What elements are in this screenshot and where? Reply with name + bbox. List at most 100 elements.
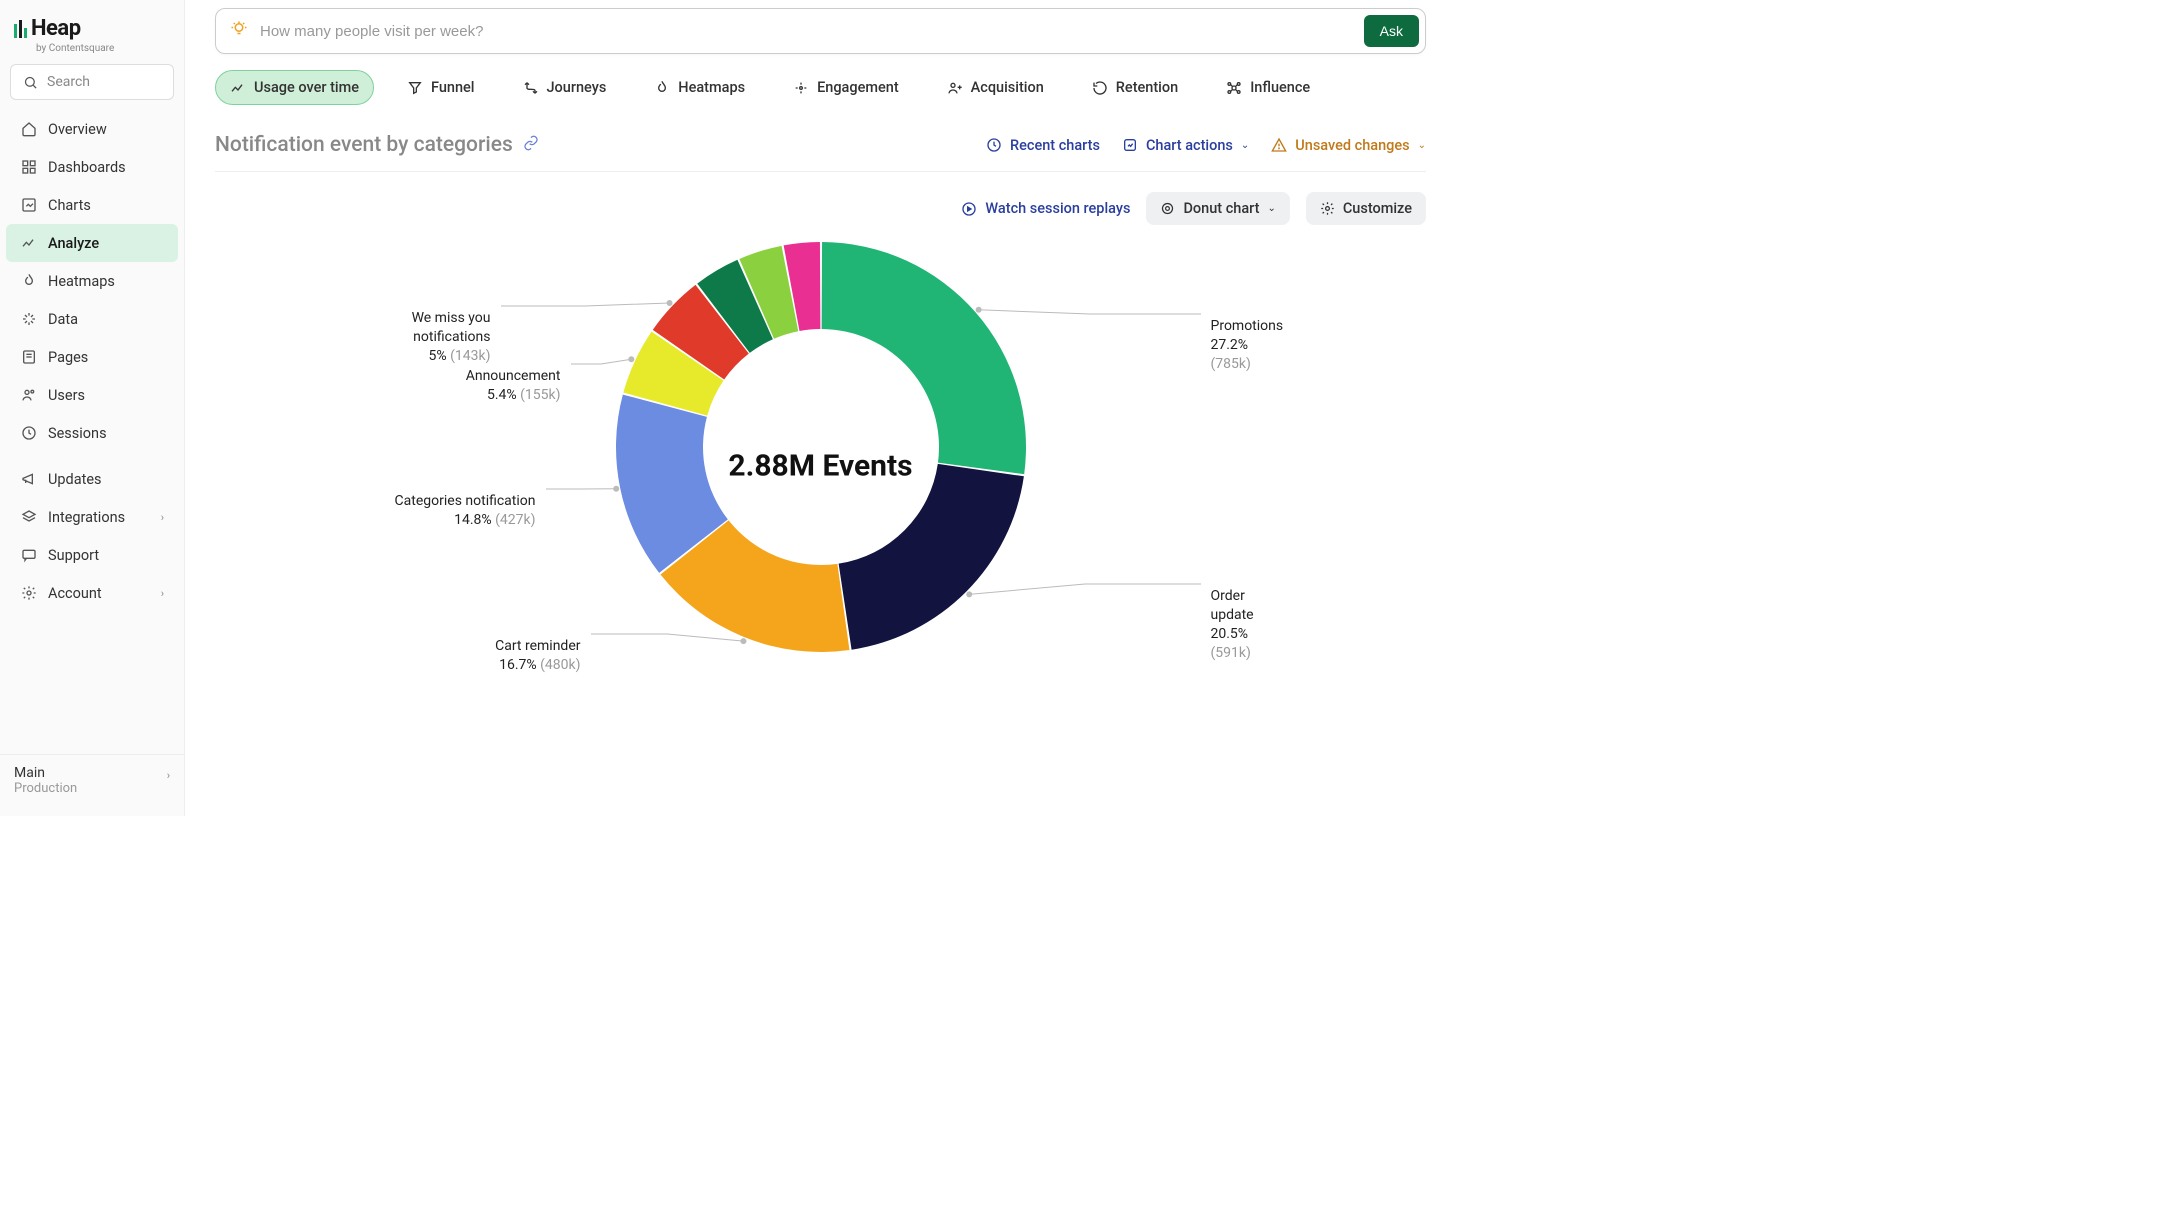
chart-segment-label: Cart reminder16.7% (480k) [495,637,580,675]
sidebar-item-label: Support [48,547,99,564]
sidebar-item-heatmaps[interactable]: Heatmaps [6,262,178,300]
search-input[interactable]: Search [10,64,174,100]
tab-usage-over-time[interactable]: Usage over time [215,70,374,105]
tab-retention[interactable]: Retention [1077,70,1193,105]
layers-icon [20,508,38,526]
sidebar-item-analyze[interactable]: Analyze [6,224,178,262]
chart-actions-button[interactable]: Chart actions ⌄ [1122,137,1249,154]
chart-segment-label: Categories notification14.8% (427k) [395,492,536,530]
tab-acquisition[interactable]: Acquisition [932,70,1059,105]
brand-name: Heap [31,16,81,41]
users-icon [20,386,38,404]
donut-segment[interactable] [821,242,1025,474]
button-label: Watch session replays [985,200,1130,217]
tab-heatmaps[interactable]: Heatmaps [639,70,760,105]
button-label: Donut chart [1183,200,1259,217]
search-placeholder: Search [47,74,90,90]
sidebar-item-charts[interactable]: Charts [6,186,178,224]
tab-influence[interactable]: Influence [1211,70,1325,105]
sidebar: Heap by Contentsquare Search Overview Da… [0,0,185,816]
search-icon [21,73,39,91]
sidebar-item-data[interactable]: Data [6,300,178,338]
sidebar-item-label: Integrations [48,509,125,526]
home-icon [20,120,38,138]
tab-funnel[interactable]: Funnel [392,70,490,105]
tab-label: Influence [1250,79,1310,96]
flame-icon [20,272,38,290]
recent-charts-button[interactable]: Recent charts [986,137,1100,154]
chart-segment-label: Promotions27.2% (785k) [1211,317,1284,374]
tab-label: Acquisition [971,79,1044,96]
tab-label: Retention [1116,79,1178,96]
sidebar-item-label: Analyze [48,235,99,252]
tab-journeys[interactable]: Journeys [508,70,622,105]
customize-button[interactable]: Customize [1306,192,1426,225]
tab-label: Journeys [547,79,607,96]
funnel-icon [407,80,423,96]
sidebar-item-sessions[interactable]: Sessions [6,414,178,452]
main-content: Ask Usage over time Funnel Journeys Heat… [185,0,1456,816]
grid-icon [20,158,38,176]
sidebar-item-label: Updates [48,471,102,488]
action-label: Recent charts [1010,137,1100,154]
sidebar-item-dashboards[interactable]: Dashboards [6,148,178,186]
chart-center-label: 2.88M Events [728,448,912,483]
influence-icon [1226,80,1242,96]
chat-icon [20,546,38,564]
sidebar-item-label: Account [48,585,102,602]
sidebar-item-users[interactable]: Users [6,376,178,414]
logo-icon [14,20,27,38]
sidebar-item-label: Users [48,387,85,404]
sidebar-item-label: Charts [48,197,91,214]
title-row: Notification event by categories Recent … [215,115,1426,172]
chevron-down-icon: ⌄ [1241,140,1249,151]
chart-type-selector[interactable]: Donut chart ⌄ [1146,192,1289,225]
sidebar-nav: Overview Dashboards Charts Analyze Heatm… [0,110,184,746]
sidebar-item-label: Heatmaps [48,273,115,290]
chevron-right-icon: › [167,769,170,782]
donut-segment[interactable] [838,464,1023,650]
watch-session-replays-button[interactable]: Watch session replays [961,200,1130,217]
button-label: Customize [1343,200,1412,217]
trend-icon [230,80,246,96]
chevron-down-icon: ⌄ [1267,203,1275,214]
sidebar-item-integrations[interactable]: Integrations › [6,498,178,536]
ask-button[interactable]: Ask [1364,15,1419,47]
sidebar-item-updates[interactable]: Updates [6,460,178,498]
lightbulb-icon [230,20,248,42]
sparkle-icon [20,310,38,328]
acquisition-icon [947,80,963,96]
tab-label: Funnel [431,79,475,96]
tab-engagement[interactable]: Engagement [778,70,914,105]
tab-label: Engagement [817,79,899,96]
sidebar-item-label: Sessions [48,425,107,442]
environment-switcher[interactable]: Main Production › [0,754,184,806]
action-label: Chart actions [1146,137,1233,154]
sidebar-item-support[interactable]: Support [6,536,178,574]
chart-icon [20,196,38,214]
chart-area: 2.88M Events Promotions27.2% (785k) Order… [215,235,1426,816]
sidebar-item-label: Overview [48,121,107,138]
engagement-icon [793,80,809,96]
journey-icon [523,80,539,96]
sidebar-item-overview[interactable]: Overview [6,110,178,148]
ask-input[interactable] [260,23,1352,40]
chart-segment-label: Announcement5.4% (155k) [466,367,561,405]
donut-chart: 2.88M Events Promotions27.2% (785k)Order… [371,245,1271,725]
chart-segment-label: We miss you notifications5% (143k) [371,309,491,366]
chevron-down-icon: ⌄ [1418,140,1426,151]
chart-segment-label: Order update20.5% (591k) [1211,587,1271,663]
unsaved-changes-button[interactable]: Unsaved changes ⌄ [1271,137,1426,154]
tab-label: Heatmaps [678,79,745,96]
sidebar-item-label: Pages [48,349,88,366]
logo[interactable]: Heap [0,10,184,45]
sidebar-item-pages[interactable]: Pages [6,338,178,376]
ask-bar: Ask [215,8,1426,54]
sidebar-item-account[interactable]: Account › [6,574,178,612]
analyze-icon [20,234,38,252]
env-sub: Production [14,781,170,796]
clock-icon [20,424,38,442]
sidebar-item-label: Dashboards [48,159,126,176]
link-icon[interactable] [523,135,539,155]
action-label: Unsaved changes [1295,137,1409,154]
